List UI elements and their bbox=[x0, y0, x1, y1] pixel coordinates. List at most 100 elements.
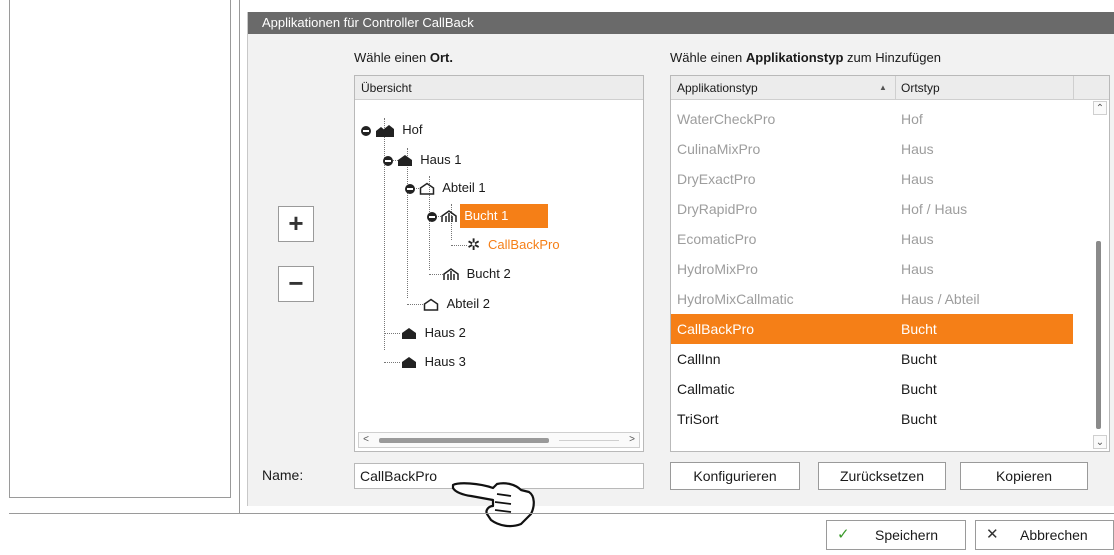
table-row-selected[interactable]: CallBackPro Bucht bbox=[671, 314, 1073, 344]
tree-connector bbox=[451, 245, 467, 246]
farm-icon bbox=[375, 124, 394, 137]
pen-icon bbox=[440, 210, 457, 223]
scrollbar-track bbox=[559, 440, 619, 441]
configure-button[interactable]: Konfigurieren bbox=[670, 462, 800, 490]
location-heading-bold: Ort. bbox=[429, 50, 454, 65]
column-separator bbox=[1073, 76, 1074, 100]
apptype-heading-bold: Applikationstyp bbox=[745, 50, 844, 65]
scroll-up-icon[interactable]: ⌃ bbox=[1093, 101, 1107, 115]
row-apptype: CallInn bbox=[677, 351, 721, 367]
apptype-heading: Wähle einen Applikationstyp zum Hinzufüg… bbox=[670, 50, 941, 65]
tree-node-bucht-2[interactable]: Bucht 2 bbox=[443, 262, 515, 286]
house-filled-icon bbox=[402, 328, 416, 340]
column-header-ortstyp[interactable]: Ortstyp bbox=[901, 76, 940, 100]
remove-button[interactable]: − bbox=[278, 266, 314, 302]
tree-node-abteil-2[interactable]: Abteil 2 bbox=[423, 292, 494, 316]
table-row[interactable]: TriSort Bucht bbox=[671, 404, 1073, 434]
gear-icon: ✲ bbox=[467, 236, 481, 254]
row-ortstyp: Haus bbox=[901, 231, 934, 247]
tree-connector bbox=[384, 362, 400, 363]
tree-connector bbox=[384, 333, 400, 334]
tree-connector bbox=[429, 274, 443, 275]
tree-connector bbox=[407, 304, 423, 305]
tree-node-label: CallBackPro bbox=[488, 237, 560, 252]
row-apptype: TriSort bbox=[677, 411, 719, 427]
row-ortstyp: Haus bbox=[901, 171, 934, 187]
row-ortstyp: Bucht bbox=[901, 381, 937, 397]
house-outline-icon bbox=[419, 182, 434, 195]
row-apptype: WaterCheckPro bbox=[677, 111, 776, 127]
apptype-heading-suffix: zum Hinzufügen bbox=[843, 50, 941, 65]
applications-dialog: Applikationen für Controller CallBack Wä… bbox=[247, 12, 1114, 528]
row-ortstyp: Bucht bbox=[901, 411, 937, 427]
collapse-icon[interactable] bbox=[405, 183, 415, 194]
frame-divider bbox=[239, 0, 240, 513]
scroll-right-icon[interactable]: > bbox=[625, 433, 639, 447]
scrollbar-thumb[interactable] bbox=[379, 438, 549, 443]
pen-icon bbox=[443, 268, 459, 281]
save-button[interactable]: ✓ Speichern bbox=[826, 520, 966, 550]
save-label: Speichern bbox=[875, 527, 939, 543]
tree-horizontal-scrollbar[interactable]: < > bbox=[358, 432, 640, 448]
tree-node-label: Haus 3 bbox=[424, 354, 466, 369]
tree-header: Übersicht bbox=[355, 76, 643, 100]
scrollbar-thumb[interactable] bbox=[1096, 241, 1101, 429]
table-row[interactable]: EcomaticPro Haus bbox=[671, 224, 1073, 254]
tree-node-haus-1[interactable]: Haus 1 bbox=[383, 148, 465, 172]
tree-node-label: Abteil 1 bbox=[442, 180, 486, 195]
sort-ascending-icon[interactable]: ▲ bbox=[879, 76, 887, 100]
table-header: Applikationstyp ▲ Ortstyp bbox=[671, 76, 1109, 100]
table-row[interactable]: HydroMixCallmatic Haus / Abteil bbox=[671, 284, 1073, 314]
collapse-icon[interactable] bbox=[361, 125, 371, 136]
apptype-heading-prefix: Wähle einen bbox=[670, 50, 746, 65]
pointing-hand-icon bbox=[451, 482, 535, 528]
row-apptype: DryRapidPro bbox=[677, 201, 758, 217]
close-icon: ✕ bbox=[986, 526, 999, 543]
row-apptype: HydroMixPro bbox=[677, 261, 758, 277]
row-ortstyp: Hof bbox=[901, 111, 923, 127]
dialog-title: Applikationen für Controller CallBack bbox=[248, 12, 1114, 34]
name-label: Name: bbox=[262, 467, 304, 483]
row-ortstyp: Haus / Abteil bbox=[901, 291, 980, 307]
copy-button[interactable]: Kopieren bbox=[960, 462, 1088, 490]
row-ortstyp: Hof / Haus bbox=[901, 201, 968, 217]
collapse-icon[interactable] bbox=[383, 155, 393, 166]
tree-node-label: Hof bbox=[402, 122, 423, 137]
table-row[interactable]: CallInn Bucht bbox=[671, 344, 1073, 374]
tree-node-label: Abteil 2 bbox=[446, 296, 490, 311]
tree-node-haus-2[interactable]: Haus 2 bbox=[401, 321, 470, 345]
table-vertical-scrollbar[interactable]: ⌃ ⌄ bbox=[1093, 101, 1107, 449]
table-row[interactable]: CulinaMixPro Haus bbox=[671, 134, 1073, 164]
row-apptype: CulinaMixPro bbox=[677, 141, 761, 157]
reset-button[interactable]: Zurücksetzen bbox=[818, 462, 946, 490]
apptype-table[interactable]: Applikationstyp ▲ Ortstyp WaterCheckPro H… bbox=[670, 75, 1110, 452]
tree-node-hof[interactable]: Hof bbox=[361, 118, 426, 142]
scroll-down-icon[interactable]: ⌄ bbox=[1093, 435, 1107, 449]
left-panel bbox=[9, 0, 231, 498]
location-heading: Wähle einen Ort. bbox=[354, 50, 453, 65]
column-header-apptype[interactable]: Applikationstyp bbox=[677, 76, 758, 100]
row-ortstyp: Bucht bbox=[901, 321, 937, 337]
collapse-icon[interactable] bbox=[427, 211, 437, 222]
table-row[interactable]: WaterCheckPro Hof bbox=[671, 104, 1073, 134]
row-apptype: EcomaticPro bbox=[677, 231, 757, 247]
table-row[interactable]: HydroMixPro Haus bbox=[671, 254, 1073, 284]
tree-node-bucht-1[interactable]: Bucht 1 bbox=[427, 204, 549, 228]
location-tree[interactable]: Übersicht Hof Haus 1 Abteil 1 Bucht 1 ✲ … bbox=[354, 75, 644, 452]
row-apptype: HydroMixCallmatic bbox=[677, 291, 794, 307]
house-filled-icon bbox=[402, 357, 416, 369]
location-heading-prefix: Wähle einen bbox=[354, 50, 430, 65]
add-button[interactable]: + bbox=[278, 206, 314, 242]
table-row[interactable]: Callmatic Bucht bbox=[671, 374, 1073, 404]
table-row[interactable]: DryExactPro Haus bbox=[671, 164, 1073, 194]
row-ortstyp: Haus bbox=[901, 261, 934, 277]
footer-divider bbox=[9, 513, 1114, 514]
tree-node-callbackpro[interactable]: ✲ CallBackPro bbox=[467, 233, 564, 257]
scroll-left-icon[interactable]: < bbox=[359, 433, 373, 447]
table-row[interactable]: DryRapidPro Hof / Haus bbox=[671, 194, 1073, 224]
tree-node-abteil-1[interactable]: Abteil 1 bbox=[405, 176, 490, 200]
row-apptype: Callmatic bbox=[677, 381, 735, 397]
checkmark-icon: ✓ bbox=[837, 526, 850, 543]
tree-node-haus-3[interactable]: Haus 3 bbox=[401, 350, 470, 374]
cancel-button[interactable]: ✕ Abbrechen bbox=[975, 520, 1114, 550]
